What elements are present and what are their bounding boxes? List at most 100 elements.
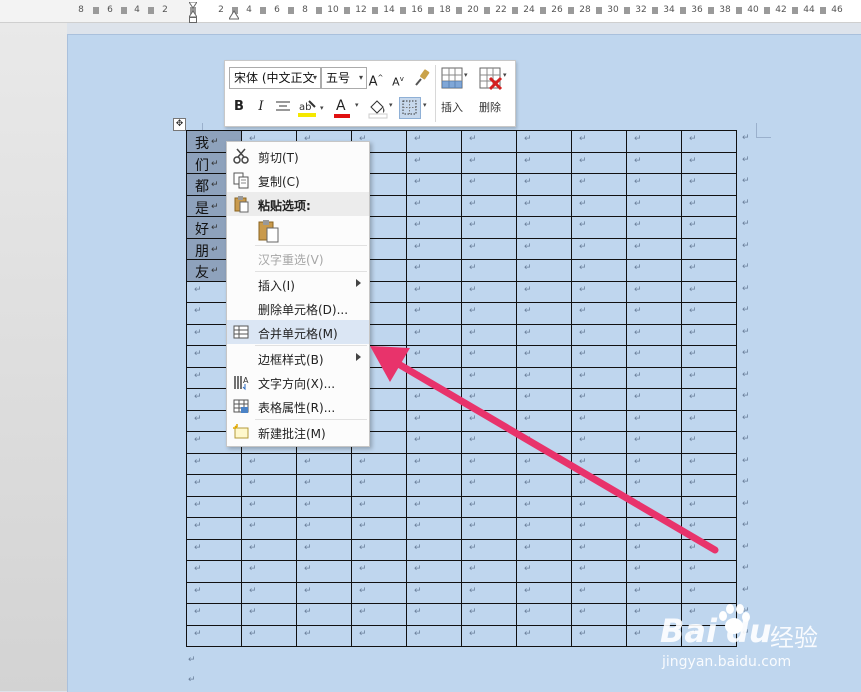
table-cell[interactable]: ↵ [681, 151, 737, 174]
shading-color-icon[interactable]: ▾ [368, 97, 396, 119]
highlight-color-icon[interactable]: ab ▾ [297, 98, 327, 118]
table-cell[interactable]: ↵ [516, 194, 572, 217]
table-cell[interactable]: ↵ [681, 280, 737, 303]
table-cell[interactable]: ↵ [681, 173, 737, 196]
table-cell[interactable]: ↵ [241, 474, 297, 497]
table-cell[interactable]: ↵ [516, 151, 572, 174]
table-cell[interactable]: ↵ [241, 517, 297, 540]
table-cell[interactable]: ↵ [406, 581, 462, 604]
table-cell[interactable]: ↵ [186, 538, 242, 561]
table-cell[interactable]: ↵ [571, 259, 627, 282]
table-cell[interactable]: ↵ [461, 624, 517, 647]
table-cell[interactable]: ↵ [186, 581, 242, 604]
table-cell[interactable]: ↵ [626, 130, 682, 153]
table-cell[interactable]: ↵ [296, 581, 352, 604]
table-cell[interactable]: ↵ [296, 495, 352, 518]
table-cell[interactable]: ↵ [406, 624, 462, 647]
table-cell[interactable]: ↵ [406, 130, 462, 153]
table-cell[interactable]: ↵ [241, 560, 297, 583]
menu-item-border-styles[interactable]: 边框样式(B) [227, 346, 369, 370]
format-painter-icon[interactable] [414, 69, 432, 87]
table-cell[interactable]: ↵ [516, 216, 572, 239]
paste-keep-source-button[interactable] [227, 216, 369, 244]
table-cell[interactable]: ↵ [516, 581, 572, 604]
table-cell[interactable]: ↵ [241, 603, 297, 626]
table-cell[interactable]: ↵ [626, 280, 682, 303]
table-cell[interactable]: ↵ [241, 624, 297, 647]
table-cell[interactable]: ↵ [241, 581, 297, 604]
table-cell[interactable]: ↵ [186, 452, 242, 475]
table-cell[interactable]: ↵ [626, 216, 682, 239]
table-cell[interactable]: ↵ [296, 474, 352, 497]
table-cell[interactable]: ↵ [571, 581, 627, 604]
left-tab-marker-icon[interactable] [229, 10, 239, 22]
table-cell[interactable]: ↵ [681, 259, 737, 282]
borders-button[interactable]: ▾ [399, 97, 431, 119]
indent-marker-icon[interactable] [189, 2, 197, 24]
table-cell[interactable]: ↵ [406, 151, 462, 174]
table-cell[interactable]: ↵ [351, 560, 407, 583]
insert-button[interactable]: ▾ 插入 [439, 65, 473, 121]
table-cell[interactable]: ↵ [461, 280, 517, 303]
table-cell[interactable]: ↵ [351, 603, 407, 626]
table-cell[interactable]: ↵ [681, 237, 737, 260]
table-cell[interactable]: ↵ [461, 302, 517, 325]
table-cell[interactable]: ↵ [681, 194, 737, 217]
table-cell[interactable]: ↵ [571, 216, 627, 239]
table-cell[interactable]: ↵ [186, 495, 242, 518]
table-cell[interactable]: ↵ [626, 560, 682, 583]
table-cell[interactable]: ↵ [406, 302, 462, 325]
table-cell[interactable]: ↵ [626, 173, 682, 196]
table-cell[interactable]: ↵ [296, 517, 352, 540]
menu-item-delete-cells[interactable]: 删除单元格(D)... [227, 296, 369, 320]
table-cell[interactable]: ↵ [681, 560, 737, 583]
table-cell[interactable]: ↵ [186, 560, 242, 583]
table-cell[interactable]: ↵ [461, 560, 517, 583]
table-cell[interactable]: ↵ [461, 173, 517, 196]
table-move-handle-icon[interactable]: ✥ [173, 118, 186, 131]
table-cell[interactable]: ↵ [461, 237, 517, 260]
table-cell[interactable]: ↵ [186, 517, 242, 540]
table-cell[interactable]: ↵ [351, 581, 407, 604]
table-cell[interactable]: ↵ [571, 237, 627, 260]
table-cell[interactable]: ↵ [296, 560, 352, 583]
menu-item-cut[interactable]: 剪切(T) [227, 144, 369, 168]
table-cell[interactable]: ↵ [241, 495, 297, 518]
grow-font-button[interactable]: A^ [368, 68, 384, 89]
center-align-icon[interactable] [275, 100, 291, 114]
table-cell[interactable]: ↵ [186, 603, 242, 626]
menu-item-merge-cells[interactable]: 合并单元格(M) [227, 320, 369, 344]
table-cell[interactable]: ↵ [296, 452, 352, 475]
table-cell[interactable]: ↵ [516, 603, 572, 626]
menu-item-new-comment[interactable]: 新建批注(M) [227, 420, 369, 444]
table-cell[interactable]: ↵ [626, 581, 682, 604]
table-cell[interactable]: ↵ [681, 130, 737, 153]
table-cell[interactable]: ↵ [516, 259, 572, 282]
delete-button[interactable]: ▾ 删除 [477, 65, 511, 121]
table-cell[interactable]: ↵ [681, 581, 737, 604]
table-cell[interactable]: ↵ [571, 130, 627, 153]
menu-item-copy[interactable]: 复制(C) [227, 168, 369, 192]
table-cell[interactable]: ↵ [571, 624, 627, 647]
table-cell[interactable]: ↵ [516, 130, 572, 153]
table-cell[interactable]: ↵ [571, 151, 627, 174]
table-cell[interactable]: ↵ [516, 624, 572, 647]
table-cell[interactable]: ↵ [461, 194, 517, 217]
table-cell[interactable]: ↵ [681, 302, 737, 325]
table-cell[interactable]: ↵ [406, 216, 462, 239]
bold-button[interactable]: B [231, 97, 247, 117]
table-cell[interactable]: ↵ [571, 173, 627, 196]
table-cell[interactable]: ↵ [516, 560, 572, 583]
table-cell[interactable]: ↵ [296, 624, 352, 647]
table-cell[interactable]: ↵ [626, 151, 682, 174]
table-cell[interactable]: ↵ [461, 259, 517, 282]
table-cell[interactable]: ↵ [626, 194, 682, 217]
menu-item-insert[interactable]: 插入(I) [227, 272, 369, 296]
table-cell[interactable]: ↵ [406, 560, 462, 583]
table-cell[interactable]: ↵ [461, 130, 517, 153]
table-cell[interactable]: ↵ [571, 302, 627, 325]
table-cell[interactable]: ↵ [186, 624, 242, 647]
table-cell[interactable]: ↵ [626, 259, 682, 282]
table-cell[interactable]: ↵ [461, 216, 517, 239]
table-cell[interactable]: ↵ [351, 624, 407, 647]
